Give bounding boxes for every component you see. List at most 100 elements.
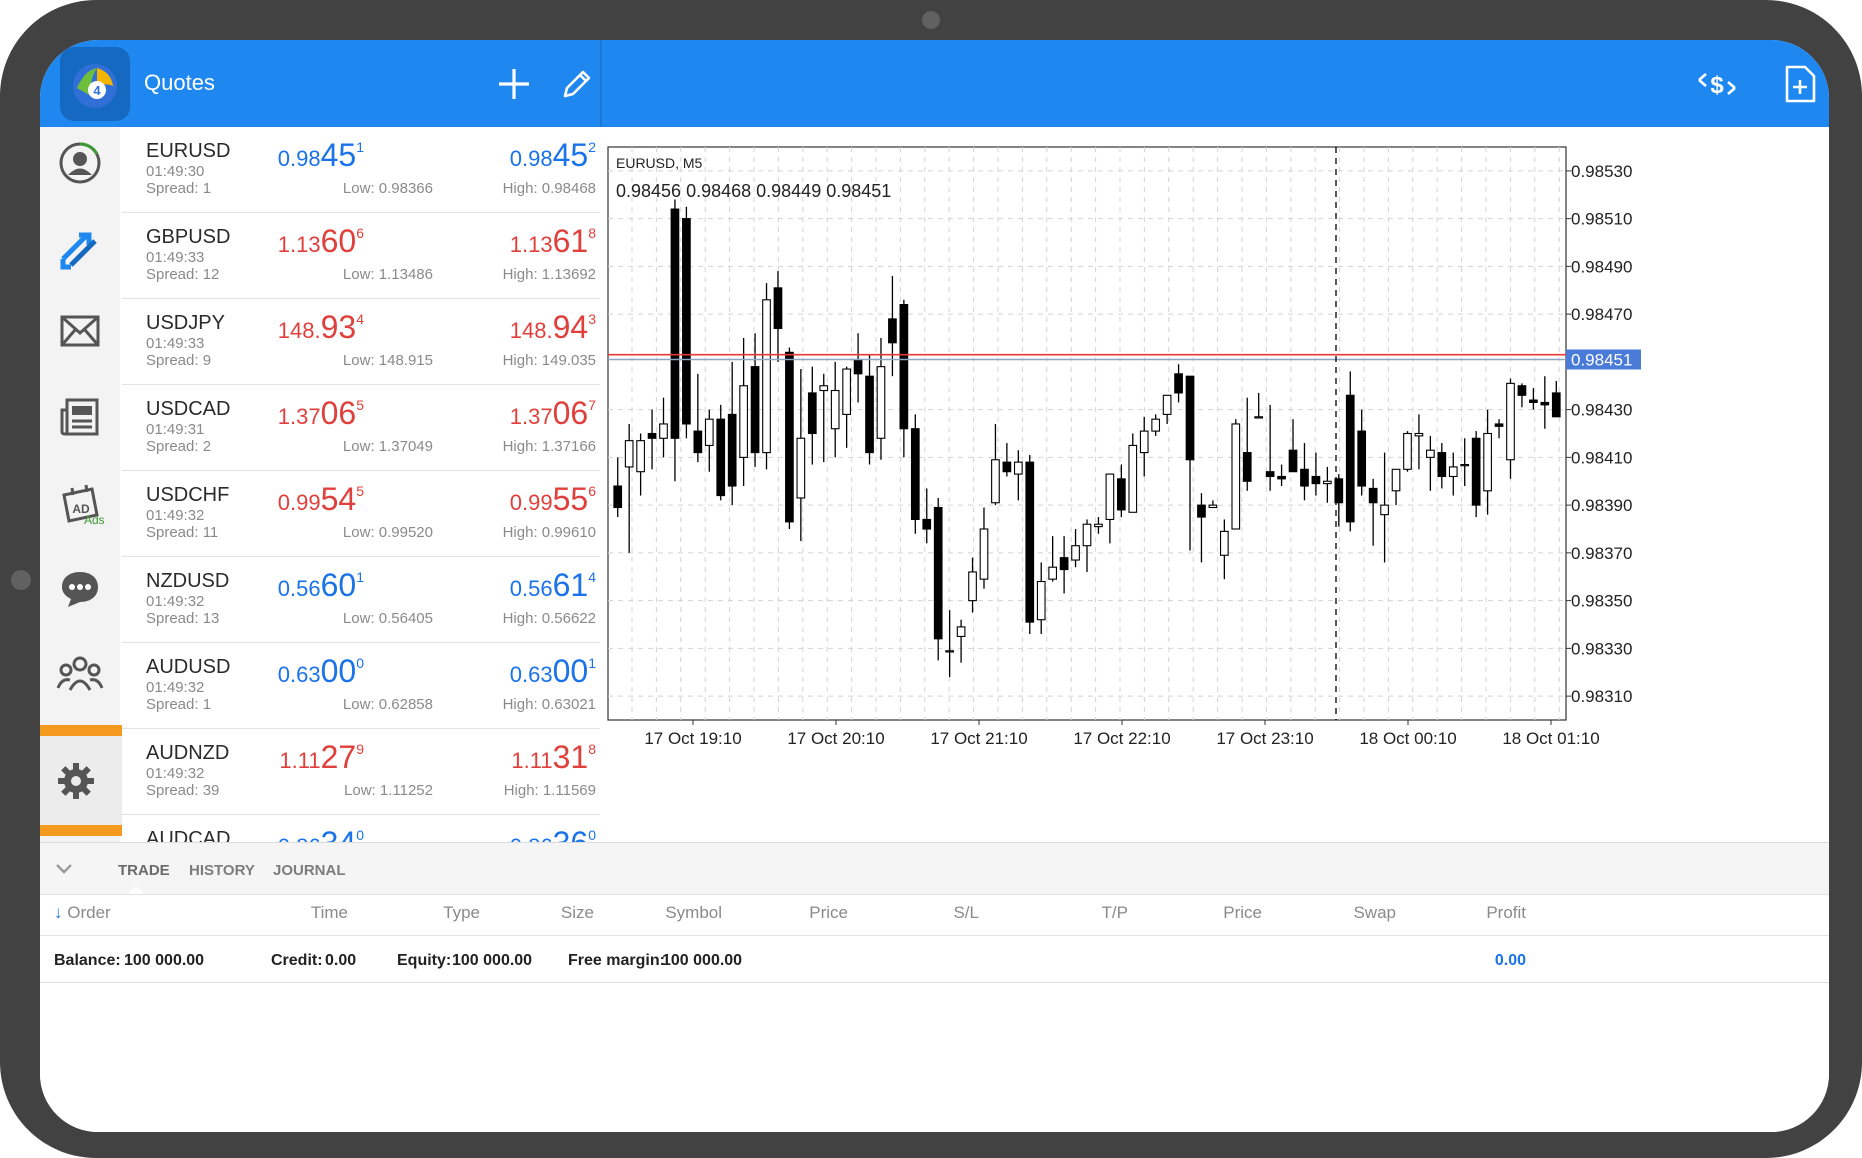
tab-history[interactable]: HISTORY <box>189 862 255 879</box>
candle-body <box>624 440 634 468</box>
ask-price[interactable]: 1.11318 <box>426 739 596 776</box>
quote-row[interactable]: GBPUSD 01:49:33 Spread: 12 1.13606 1.13618 Lo… <box>122 213 600 299</box>
quote-row[interactable]: USDCHF 01:49:32 Spread: 11 0.99545 0.99556 Lo… <box>122 471 600 557</box>
bid-price[interactable]: 0.86340 <box>194 825 364 842</box>
ask-price[interactable]: 0.99556 <box>426 481 596 518</box>
add-symbol-icon[interactable] <box>492 62 536 106</box>
quote-spread: Spread: 12 <box>146 266 220 283</box>
column-close-price[interactable]: Price <box>1210 903 1262 923</box>
y-tick-label: 0.98310 <box>1571 687 1632 706</box>
ask-price[interactable]: 0.86360 <box>426 825 596 842</box>
quote-high: High: 0.56622 <box>502 610 596 627</box>
candle-body <box>750 366 760 454</box>
candle-body <box>819 385 829 392</box>
bid-price[interactable]: 1.13606 <box>194 223 364 260</box>
bid-price[interactable]: 0.99545 <box>194 481 364 518</box>
bid-price-pips: 93 <box>320 309 357 345</box>
candle-body <box>659 423 668 439</box>
candle-body <box>1368 487 1378 504</box>
free-margin-value: 100 000.00 <box>662 952 743 969</box>
new-order-doc-icon[interactable] <box>1778 62 1822 106</box>
chevron-down-icon[interactable] <box>54 861 74 875</box>
nav-trade[interactable] <box>40 212 120 284</box>
bid-price-prefix: 0.86 <box>278 834 321 842</box>
nav-chats[interactable] <box>40 553 120 625</box>
candle-body <box>968 571 977 602</box>
side-button <box>11 570 31 590</box>
candle-body <box>979 528 989 580</box>
quote-row[interactable]: AUDUSD 01:49:32 Spread: 1 0.63000 0.63001 Low… <box>122 643 600 729</box>
column-order[interactable]: ↓ Order <box>54 903 111 923</box>
top-bar: 4 Quotes $ <box>40 40 1829 127</box>
ask-price[interactable]: 0.98452 <box>426 137 596 174</box>
bid-price[interactable]: 148.934 <box>194 309 364 346</box>
ask-price-prefix: 0.98 <box>509 146 553 171</box>
bid-price-pips: 06 <box>320 395 357 431</box>
trade-dollar-icon[interactable]: $ <box>1695 62 1739 106</box>
nav-ads[interactable]: AD Ads <box>40 467 120 539</box>
bid-price[interactable]: 0.98451 <box>194 137 364 174</box>
column-sl[interactable]: S/L <box>935 903 979 923</box>
bid-price[interactable]: 1.37065 <box>194 395 364 432</box>
bid-price-prefix: 0.63 <box>277 662 321 687</box>
column-symbol[interactable]: Symbol <box>650 903 722 923</box>
quote-row[interactable]: AUDNZD 01:49:32 Spread: 39 1.11279 1.11318 Lo… <box>122 729 600 815</box>
nav-news[interactable] <box>40 381 120 453</box>
candle-body <box>1391 468 1401 492</box>
nav-account[interactable] <box>40 127 120 199</box>
ask-price[interactable]: 1.37067 <box>426 395 596 432</box>
y-tick-label: 0.98390 <box>1571 496 1632 515</box>
bid-price-fraction: 6 <box>356 225 364 241</box>
bid-price[interactable]: 0.56601 <box>194 567 364 604</box>
nav-traders-community[interactable] <box>40 637 120 709</box>
y-tick-label: 0.98370 <box>1571 544 1632 563</box>
column-swap[interactable]: Swap <box>1340 903 1396 923</box>
ask-price-prefix: 0.86 <box>510 834 553 842</box>
balance-value: 100 000.00 <box>124 952 205 969</box>
mt-app-logo-icon[interactable]: 4 <box>60 47 130 121</box>
page-title: Quotes <box>144 70 215 95</box>
candle-body <box>1048 566 1058 580</box>
candle-body <box>1426 449 1435 458</box>
chart-canvas[interactable]: 0.98530 0.98510 0.98490 0.98470 0.98430 0.984… <box>602 127 1829 842</box>
ask-price[interactable]: 0.63001 <box>426 653 596 690</box>
candle-body <box>956 626 966 637</box>
ask-price[interactable]: 0.56614 <box>426 567 596 604</box>
bid-price[interactable]: 0.63000 <box>194 653 364 690</box>
candle-body <box>922 518 932 530</box>
quote-row[interactable]: NZDUSD 01:49:32 Spread: 13 0.56601 0.56614 Lo… <box>122 557 600 643</box>
candle-body <box>1437 452 1447 478</box>
quote-row[interactable]: AUDCAD0.863400.86360 <box>122 815 600 842</box>
quote-row[interactable]: USDCAD 01:49:31 Spread: 2 1.37065 1.37067 Low… <box>122 385 600 471</box>
nav-mailbox[interactable] <box>40 295 120 367</box>
edit-pencil-icon[interactable] <box>555 62 599 106</box>
candle-body <box>1460 463 1470 467</box>
candle-body <box>1529 399 1538 404</box>
column-profit[interactable]: Profit <box>1468 903 1526 923</box>
news-icon <box>60 398 99 436</box>
ask-price[interactable]: 1.13618 <box>426 223 596 260</box>
candle-body <box>1494 423 1504 427</box>
candle-body <box>762 299 771 454</box>
quote-row[interactable]: USDJPY 01:49:33 Spread: 9 148.934 148.943 Low… <box>122 299 600 385</box>
column-order-label: Order <box>67 903 111 922</box>
tab-journal[interactable]: JOURNAL <box>273 862 346 879</box>
ask-price-fraction: 0 <box>588 827 596 842</box>
ask-price[interactable]: 148.943 <box>426 309 596 346</box>
equity-label: Equity: <box>397 952 452 969</box>
column-tp[interactable]: T/P <box>1084 903 1128 923</box>
column-time[interactable]: Time <box>310 903 348 923</box>
column-price[interactable]: Price <box>798 903 848 923</box>
bid-price[interactable]: 1.11279 <box>194 739 364 776</box>
candle-body <box>865 375 874 454</box>
tab-trade[interactable]: TRADE <box>118 862 170 879</box>
candle-body <box>1105 473 1115 520</box>
column-type[interactable]: Type <box>418 903 480 923</box>
column-size[interactable]: Size <box>550 903 594 923</box>
ask-price-prefix: 0.56 <box>509 576 553 601</box>
candle-body <box>796 437 806 499</box>
y-tick-label: 0.98490 <box>1571 257 1632 276</box>
quote-row[interactable]: EURUSD 01:49:30 Spread: 1 0.98451 0.98452 Low… <box>122 127 600 213</box>
price-chart[interactable]: 0.98530 0.98510 0.98490 0.98470 0.98430 0.984… <box>602 127 1829 842</box>
quote-spread: Spread: 2 <box>146 438 212 455</box>
